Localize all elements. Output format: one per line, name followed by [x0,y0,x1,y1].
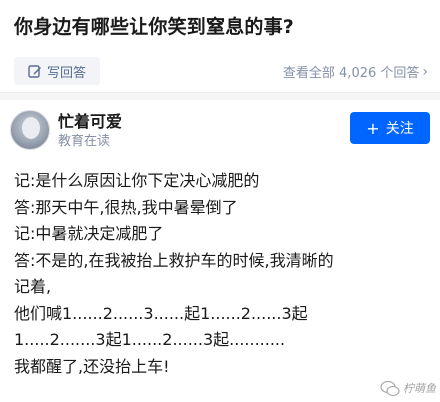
plus-icon: + [366,118,380,138]
wechat-icon [380,380,400,397]
answer-line: 记:是什么原因让你下定决心减肥的 [14,171,260,190]
answer-line: 1.....2.......3起1......2......3起........… [14,330,286,349]
follow-button[interactable]: + 关注 [350,112,430,144]
answer-line: 我都醒了,还没抬上车! [14,356,170,376]
action-bar: 写回答 查看全部 4,026 个回答 › [0,54,440,90]
watermark-text: 柠萌鱼 [403,382,436,395]
chevron-right-icon: › [422,63,428,80]
author-row: 忙着可爱 教育在读 + 关注 [0,100,440,152]
view-all-answers-link[interactable]: 查看全部 4,026 个回答 › [282,62,428,82]
answer-line: 他们喊1......2......3......起1......2......3… [14,303,308,323]
answer-line: 记着, [14,277,52,296]
answer-line: 记:中暑就决定减肥了 [14,224,164,243]
answer-body: 记:是什么原因让你下定决心减肥的 答:那天中午,很热,我中暑晕倒了 记:中暑就决… [14,168,426,380]
pencil-icon [28,65,41,78]
author-subtitle: 教育在读 [58,134,111,149]
answer-line: 答:那天中午,很热,我中暑晕倒了 [14,197,238,217]
view-all-label: 查看全部 4,026 个回答 [282,66,420,81]
write-answer-label: 写回答 [46,65,86,81]
section-divider [0,92,440,100]
write-answer-button[interactable]: 写回答 [14,57,100,85]
question-title[interactable]: 你身边有哪些让你笑到窒息的事? [14,12,294,39]
answer-line: 答:不是的,在我被抬上救护车的时候,我清晰的 [14,250,334,270]
avatar[interactable] [10,110,50,150]
follow-label: 关注 [385,121,414,137]
watermark: 柠萌鱼 [380,380,436,398]
author-name[interactable]: 忙着可爱 [58,108,122,132]
